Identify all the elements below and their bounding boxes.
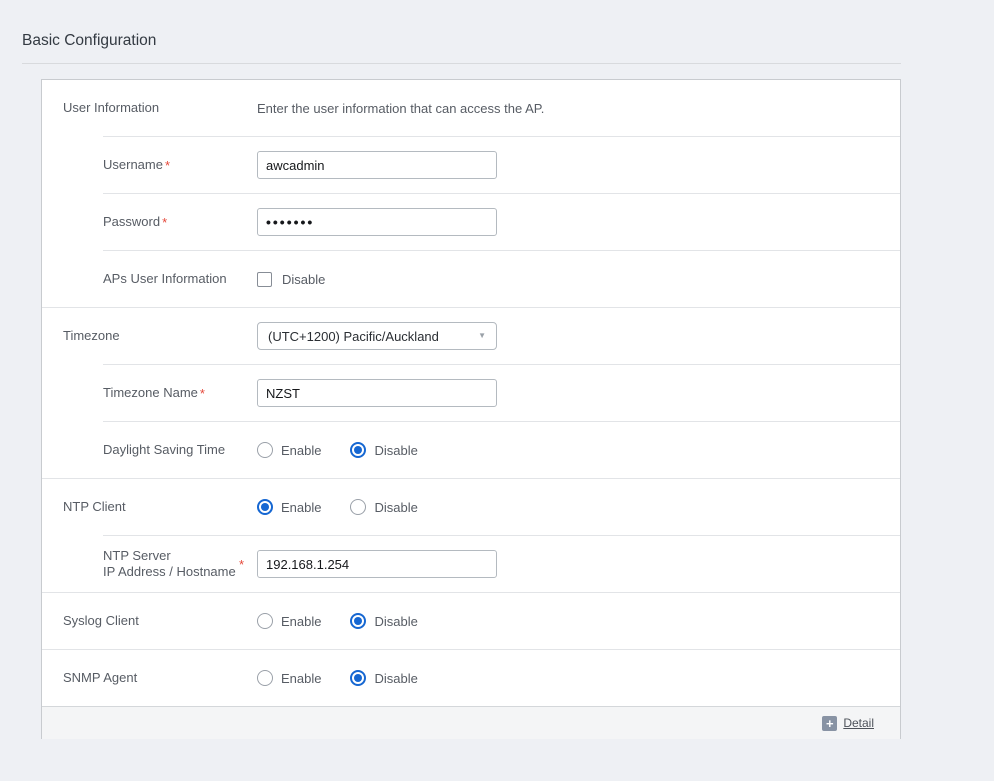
snmp-agent-disable-label: Disable bbox=[374, 671, 417, 686]
daylight-saving-disable-label: Disable bbox=[374, 443, 417, 458]
basic-configuration-card: User Information Enter the user informat… bbox=[41, 79, 901, 739]
username-label: Username bbox=[103, 157, 163, 173]
daylight-saving-enable-label: Enable bbox=[281, 443, 321, 458]
ntp-client-enable-label: Enable bbox=[281, 500, 321, 515]
timezone-selected-value: (UTC+1200) Pacific/Auckland bbox=[268, 329, 439, 344]
row-aps-user-information: APs User Information Disable bbox=[42, 251, 900, 307]
ntp-server-label-line2: IP Address / Hostname bbox=[103, 564, 236, 579]
daylight-saving-time-label: Daylight Saving Time bbox=[103, 442, 225, 458]
page-title: Basic Configuration bbox=[22, 32, 994, 50]
row-daylight-saving-time: Daylight Saving Time Enable Disable bbox=[42, 422, 900, 478]
daylight-saving-enable-radio[interactable] bbox=[257, 442, 273, 458]
timezone-name-input[interactable] bbox=[257, 379, 497, 407]
syslog-client-disable-radio[interactable] bbox=[350, 613, 366, 629]
ntp-server-label: NTP Server IP Address / Hostname bbox=[103, 548, 236, 580]
timezone-label: Timezone bbox=[63, 328, 120, 344]
ntp-client-label: NTP Client bbox=[63, 499, 126, 515]
row-timezone-name: Timezone Name * bbox=[42, 365, 900, 421]
snmp-agent-disable-radio[interactable] bbox=[350, 670, 366, 686]
snmp-agent-enable-label: Enable bbox=[281, 671, 321, 686]
row-snmp-agent: SNMP Agent Enable Disable bbox=[42, 650, 900, 706]
row-timezone: Timezone (UTC+1200) Pacific/Auckland ▼ bbox=[42, 308, 900, 364]
required-asterisk: * bbox=[162, 215, 167, 230]
aps-user-information-disable-checkbox[interactable] bbox=[257, 272, 272, 287]
ntp-server-input[interactable] bbox=[257, 550, 497, 578]
snmp-agent-label: SNMP Agent bbox=[63, 670, 137, 686]
required-asterisk: * bbox=[200, 386, 205, 401]
timezone-name-label: Timezone Name bbox=[103, 385, 198, 401]
row-ntp-client: NTP Client Enable Disable bbox=[42, 479, 900, 535]
user-information-description: Enter the user information that can acce… bbox=[257, 101, 544, 116]
aps-user-information-label: APs User Information bbox=[103, 271, 227, 287]
row-username: Username * bbox=[42, 137, 900, 193]
syslog-client-disable-label: Disable bbox=[374, 614, 417, 629]
syslog-client-enable-label: Enable bbox=[281, 614, 321, 629]
required-asterisk: * bbox=[165, 158, 170, 173]
user-information-label: User Information bbox=[63, 100, 159, 116]
daylight-saving-disable-radio[interactable] bbox=[350, 442, 366, 458]
snmp-agent-enable-radio[interactable] bbox=[257, 670, 273, 686]
row-syslog-client: Syslog Client Enable Disable bbox=[42, 593, 900, 649]
card-footer: + Detail bbox=[42, 706, 900, 739]
password-label: Password bbox=[103, 214, 160, 230]
ntp-client-enable-radio[interactable] bbox=[257, 499, 273, 515]
password-input[interactable] bbox=[257, 208, 497, 236]
caret-down-icon: ▼ bbox=[478, 332, 486, 340]
row-password: Password * bbox=[42, 194, 900, 250]
syslog-client-label: Syslog Client bbox=[63, 613, 139, 629]
row-user-information: User Information Enter the user informat… bbox=[42, 80, 900, 136]
detail-link-label: Detail bbox=[843, 716, 874, 730]
plus-icon: + bbox=[822, 716, 837, 731]
ntp-client-disable-label: Disable bbox=[374, 500, 417, 515]
syslog-client-enable-radio[interactable] bbox=[257, 613, 273, 629]
required-asterisk: * bbox=[239, 557, 244, 572]
ntp-server-label-line1: NTP Server bbox=[103, 548, 171, 563]
timezone-select[interactable]: (UTC+1200) Pacific/Auckland ▼ bbox=[257, 322, 497, 350]
detail-link[interactable]: + Detail bbox=[822, 716, 874, 731]
aps-user-information-checkbox-label: Disable bbox=[282, 272, 325, 287]
username-input[interactable] bbox=[257, 151, 497, 179]
ntp-client-disable-radio[interactable] bbox=[350, 499, 366, 515]
title-divider bbox=[22, 63, 901, 64]
row-ntp-server: NTP Server IP Address / Hostname * bbox=[42, 536, 900, 592]
